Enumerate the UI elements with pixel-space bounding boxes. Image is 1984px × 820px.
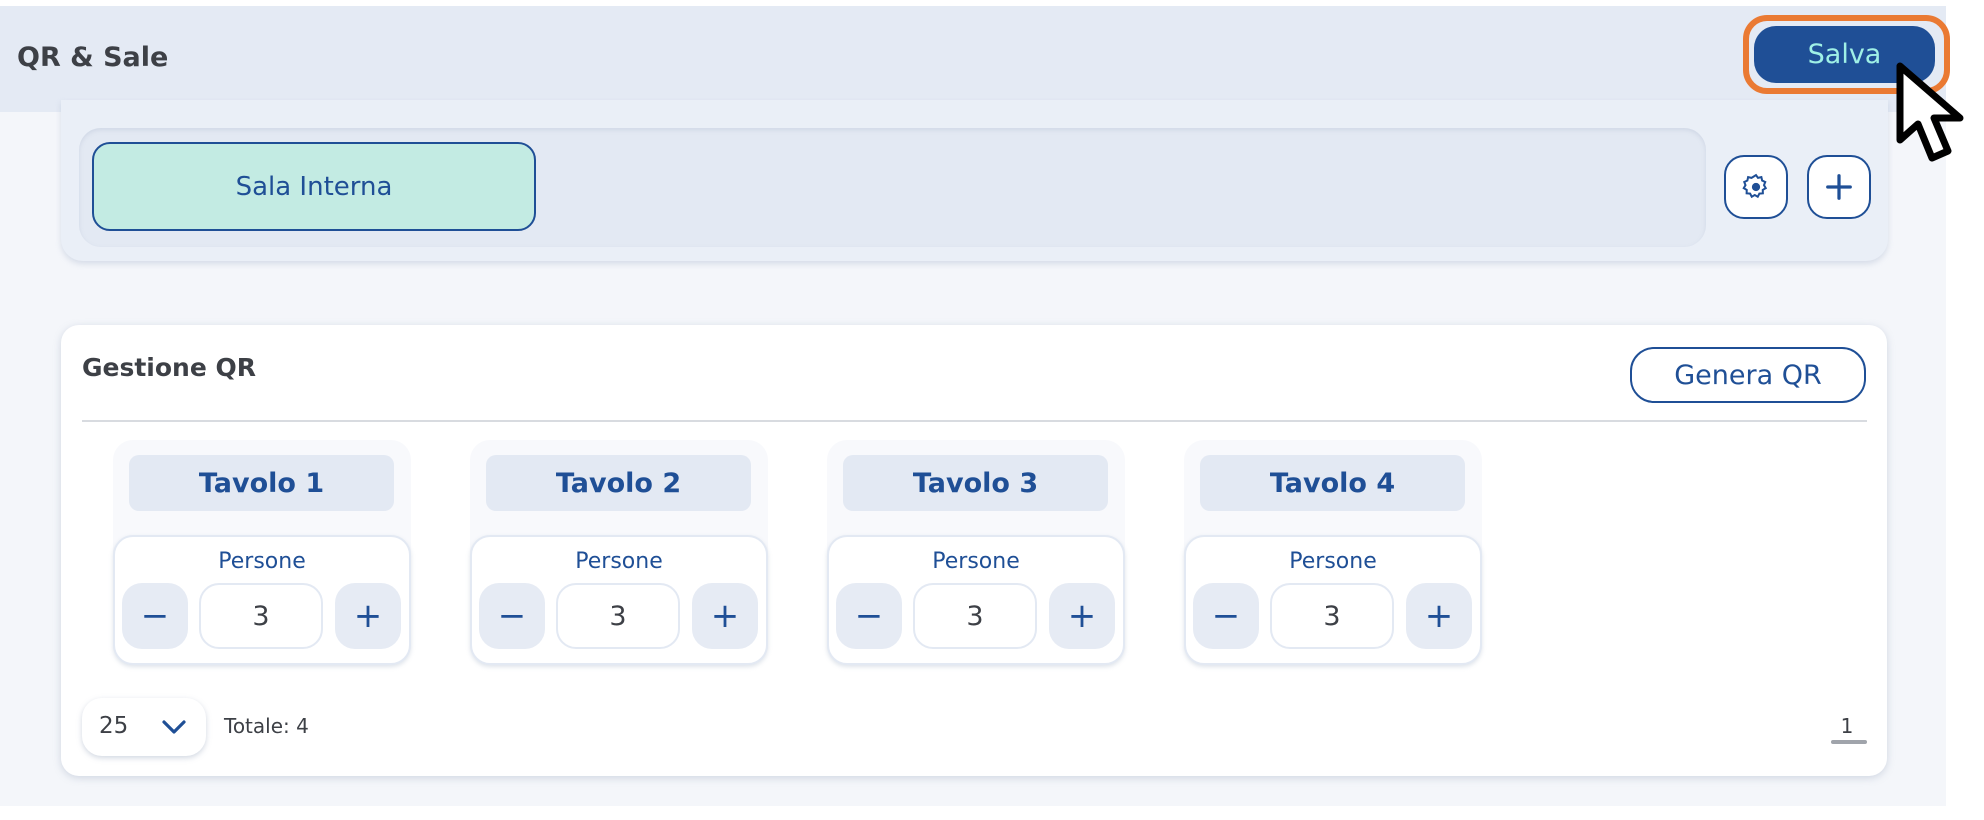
- table-name: Tavolo 2: [486, 455, 751, 511]
- persons-stepper: Persone − 3 +: [470, 535, 768, 665]
- persons-stepper: Persone − 3 +: [113, 535, 411, 665]
- page-size-select[interactable]: 25: [82, 698, 206, 756]
- plus-icon: [1826, 174, 1852, 200]
- generate-qr-button[interactable]: Genera QR: [1630, 347, 1866, 403]
- persons-label: Persone: [1289, 549, 1377, 574]
- persons-value[interactable]: 3: [913, 583, 1037, 649]
- divider: [82, 420, 1867, 422]
- increase-persons-button[interactable]: +: [1406, 583, 1472, 649]
- table-name: Tavolo 1: [129, 455, 394, 511]
- current-page-indicator: [1831, 740, 1867, 744]
- decrease-persons-button[interactable]: −: [836, 583, 902, 649]
- persons-stepper: Persone − 3 +: [827, 535, 1125, 665]
- page-number-button[interactable]: 1: [1834, 714, 1860, 738]
- page: QR & Sale Salva Sala Interna Gestione QR…: [0, 0, 1984, 820]
- page-title: QR & Sale: [17, 42, 169, 73]
- decrease-persons-button[interactable]: −: [122, 583, 188, 649]
- page-size-value: 25: [99, 713, 129, 739]
- qr-section-title: Gestione QR: [82, 353, 257, 382]
- persons-value[interactable]: 3: [556, 583, 680, 649]
- persons-label: Persone: [218, 549, 306, 574]
- add-room-button[interactable]: [1807, 155, 1871, 219]
- increase-persons-button[interactable]: +: [1049, 583, 1115, 649]
- persons-value[interactable]: 3: [1270, 583, 1394, 649]
- table-name: Tavolo 4: [1200, 455, 1465, 511]
- persons-value[interactable]: 3: [199, 583, 323, 649]
- increase-persons-button[interactable]: +: [335, 583, 401, 649]
- table-card-4: Tavolo 4 Persone − 3 +: [1184, 440, 1482, 665]
- table-card-3: Tavolo 3 Persone − 3 +: [827, 440, 1125, 665]
- persons-stepper: Persone − 3 +: [1184, 535, 1482, 665]
- room-tab-sala-interna[interactable]: Sala Interna: [92, 142, 536, 231]
- total-count: Totale: 4: [224, 714, 309, 738]
- table-card-2: Tavolo 2 Persone − 3 +: [470, 440, 768, 665]
- decrease-persons-button[interactable]: −: [1193, 583, 1259, 649]
- room-settings-button[interactable]: [1724, 155, 1788, 219]
- gear-icon: [1742, 173, 1768, 199]
- table-name: Tavolo 3: [843, 455, 1108, 511]
- persons-label: Persone: [932, 549, 1020, 574]
- header-bar: QR & Sale: [0, 6, 1946, 112]
- table-card-1: Tavolo 1 Persone − 3 +: [113, 440, 411, 665]
- persons-label: Persone: [575, 549, 663, 574]
- chevron-down-icon: [162, 720, 186, 734]
- decrease-persons-button[interactable]: −: [479, 583, 545, 649]
- mouse-cursor-icon: [1896, 62, 1964, 162]
- increase-persons-button[interactable]: +: [692, 583, 758, 649]
